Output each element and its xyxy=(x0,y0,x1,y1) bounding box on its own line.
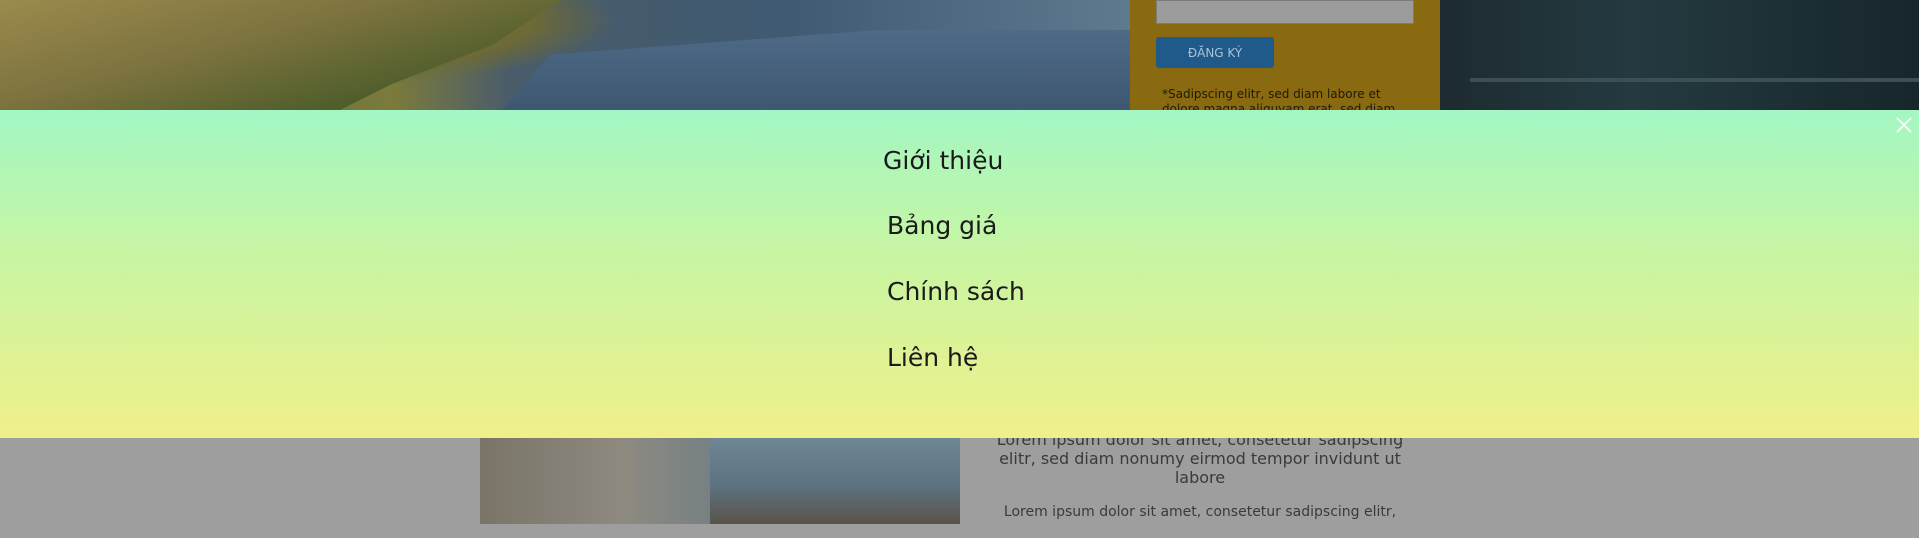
content-paragraph-1: Lorem ipsum dolor sit amet, consetetur s… xyxy=(996,430,1404,487)
signup-panel: ĐĂNG KÝ *Sadipscing elitr, sed diam labo… xyxy=(1130,0,1440,116)
signup-button[interactable]: ĐĂNG KÝ xyxy=(1156,37,1274,68)
signup-input[interactable] xyxy=(1156,0,1414,24)
menu-item-gioi-thieu[interactable]: Giới thiệu xyxy=(883,146,1003,175)
menu-item-lien-he[interactable]: Liên hệ xyxy=(887,343,978,372)
content-text: Lorem ipsum dolor sit amet, consetetur s… xyxy=(980,430,1420,538)
restaurant-image xyxy=(1440,0,1919,112)
room-image xyxy=(480,436,960,524)
content-paragraph-2: Lorem ipsum dolor sit amet, consetetur s… xyxy=(1003,504,1397,520)
hero-landscape-image xyxy=(0,0,1130,112)
menu-item-chinh-sach[interactable]: Chính sách xyxy=(887,277,1025,306)
close-icon[interactable] xyxy=(1895,116,1913,134)
content-side xyxy=(1440,436,1919,524)
menu-overlay: Giới thiệu Bảng giá Chính sách Liên hệ xyxy=(0,110,1919,438)
menu-item-bang-gia[interactable]: Bảng giá xyxy=(887,211,997,240)
